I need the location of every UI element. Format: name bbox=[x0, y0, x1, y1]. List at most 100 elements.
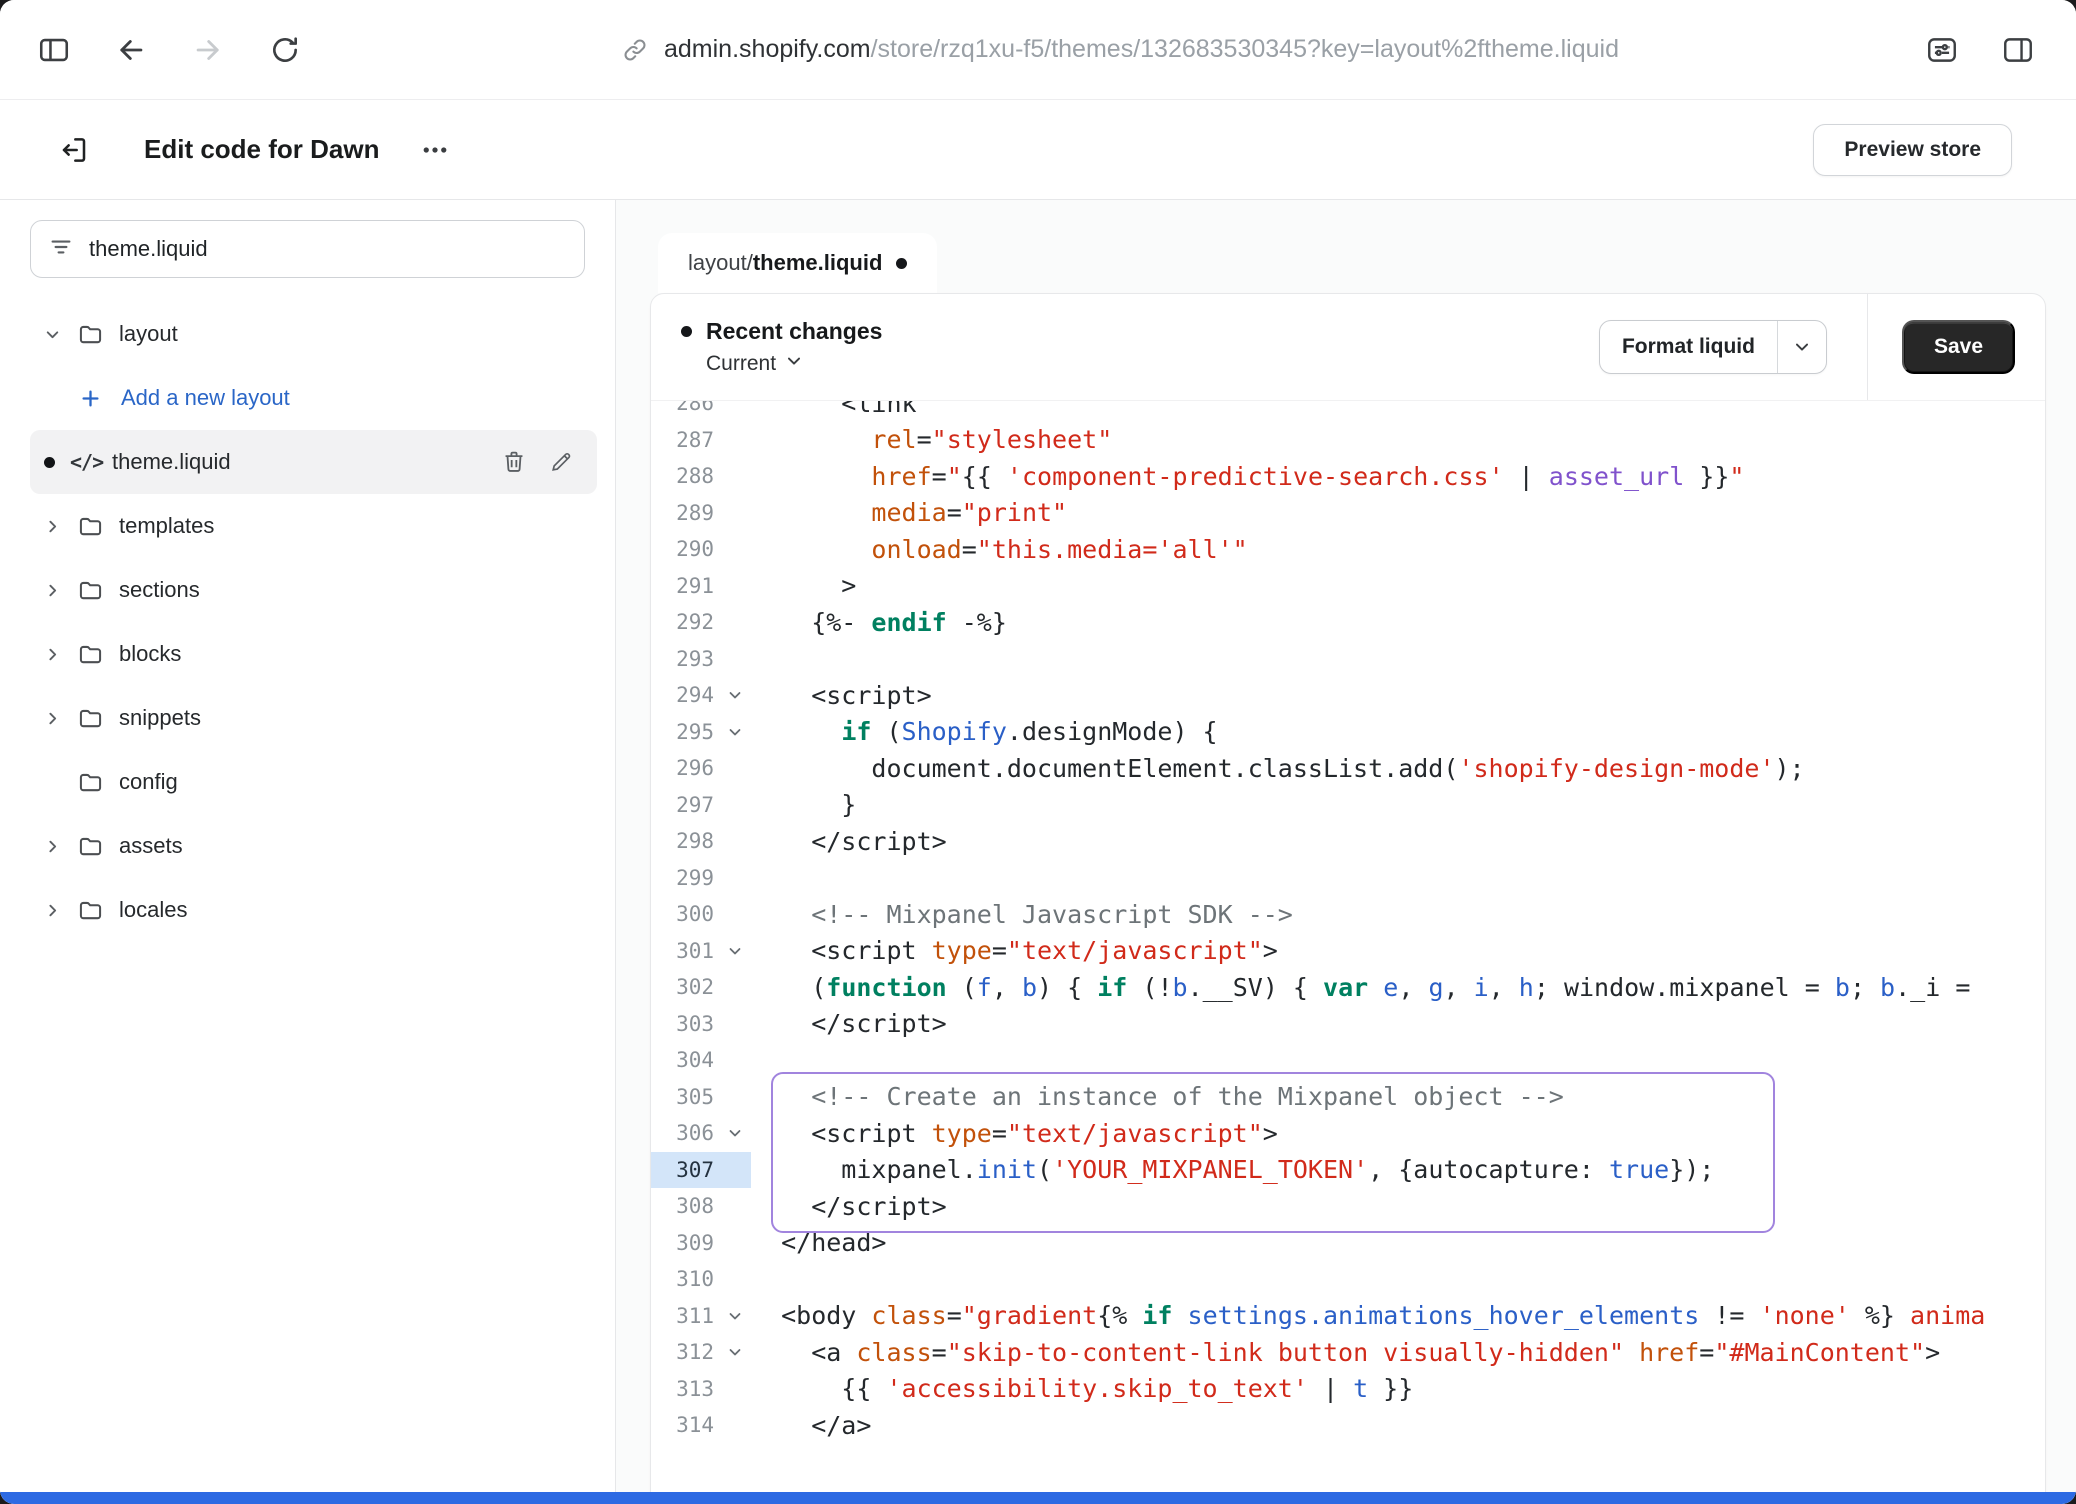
line-number[interactable]: 288 bbox=[651, 458, 719, 495]
line-number[interactable]: 303 bbox=[651, 1006, 719, 1043]
fold-chevron-icon[interactable] bbox=[719, 933, 751, 970]
sidebar-item-add-a-new-layout[interactable]: Add a new layout bbox=[30, 366, 597, 430]
line-number[interactable]: 299 bbox=[651, 860, 719, 897]
line-number[interactable]: 308 bbox=[651, 1188, 719, 1225]
line-number[interactable]: 294 bbox=[651, 677, 719, 714]
line-number[interactable]: 286 bbox=[651, 401, 719, 422]
line-number[interactable]: 295 bbox=[651, 714, 719, 751]
line-number[interactable]: 302 bbox=[651, 969, 719, 1006]
code-line-292[interactable]: 292 {%- endif -%} bbox=[651, 604, 2045, 641]
code-line-309[interactable]: 309 </head> bbox=[651, 1225, 2045, 1262]
code-line-290[interactable]: 290 onload="this.media='all'" bbox=[651, 531, 2045, 568]
save-button[interactable]: Save bbox=[1902, 320, 2015, 374]
chevron-right-icon[interactable] bbox=[44, 902, 77, 919]
fold-chevron-icon[interactable] bbox=[719, 1115, 751, 1152]
line-number[interactable]: 290 bbox=[651, 531, 719, 568]
code-line-312[interactable]: 312 <a class="skip-to-content-link butto… bbox=[651, 1334, 2045, 1371]
chevron-right-icon[interactable] bbox=[44, 646, 77, 663]
extensions-icon[interactable] bbox=[1922, 30, 1962, 70]
line-number[interactable]: 287 bbox=[651, 422, 719, 459]
sidebar-item-config[interactable]: config bbox=[30, 750, 597, 814]
line-number[interactable]: 307 bbox=[651, 1152, 719, 1189]
sidebar-item-templates[interactable]: templates bbox=[30, 494, 597, 558]
code-line-288[interactable]: 288 href="{{ 'component-predictive-searc… bbox=[651, 458, 2045, 495]
code-line-310[interactable]: 310 bbox=[651, 1261, 2045, 1298]
code-line-287[interactable]: 287 rel="stylesheet" bbox=[651, 422, 2045, 459]
preview-store-button[interactable]: Preview store bbox=[1813, 124, 2012, 176]
code-line-300[interactable]: 300 <!-- Mixpanel Javascript SDK --> bbox=[651, 896, 2045, 933]
code-line-302[interactable]: 302 (function (f, b) { if (!b.__SV) { va… bbox=[651, 969, 2045, 1006]
delete-file-icon[interactable] bbox=[501, 449, 527, 475]
code-line-289[interactable]: 289 media="print" bbox=[651, 495, 2045, 532]
code-line-297[interactable]: 297 } bbox=[651, 787, 2045, 824]
forward-icon[interactable] bbox=[188, 30, 228, 70]
fold-chevron-icon[interactable] bbox=[719, 677, 751, 714]
sidebar-item-snippets[interactable]: snippets bbox=[30, 686, 597, 750]
line-number[interactable]: 289 bbox=[651, 495, 719, 532]
line-number[interactable]: 314 bbox=[651, 1407, 719, 1444]
split-view-icon[interactable] bbox=[1998, 30, 2038, 70]
fold-chevron-icon[interactable] bbox=[719, 1334, 751, 1371]
code-line-286[interactable]: 286 <link bbox=[651, 401, 2045, 422]
code-line-293[interactable]: 293 bbox=[651, 641, 2045, 678]
line-number[interactable]: 298 bbox=[651, 823, 719, 860]
sidebar-toggle-icon[interactable] bbox=[34, 30, 74, 70]
sidebar-item-layout[interactable]: layout bbox=[30, 302, 597, 366]
rename-file-icon[interactable] bbox=[549, 450, 573, 474]
chevron-right-icon[interactable] bbox=[44, 838, 77, 855]
chevron-right-icon[interactable] bbox=[44, 582, 77, 599]
file-search-box[interactable] bbox=[30, 220, 585, 278]
line-number[interactable]: 300 bbox=[651, 896, 719, 933]
line-number[interactable]: 306 bbox=[651, 1115, 719, 1152]
line-number[interactable]: 291 bbox=[651, 568, 719, 605]
sidebar-item-assets[interactable]: assets bbox=[30, 814, 597, 878]
chevron-right-icon[interactable] bbox=[44, 710, 77, 727]
code-line-313[interactable]: 313 {{ 'accessibility.skip_to_text' | t … bbox=[651, 1371, 2045, 1408]
chevron-right-icon[interactable] bbox=[44, 518, 77, 535]
code-line-295[interactable]: 295 if (Shopify.designMode) { bbox=[651, 714, 2045, 751]
line-number[interactable]: 297 bbox=[651, 787, 719, 824]
search-input[interactable] bbox=[87, 235, 566, 263]
version-dropdown[interactable]: Current bbox=[706, 352, 882, 376]
code-line-303[interactable]: 303 </script> bbox=[651, 1006, 2045, 1043]
editor-tab[interactable]: layout/theme.liquid bbox=[658, 233, 937, 293]
reload-icon[interactable] bbox=[265, 30, 305, 70]
line-number[interactable]: 313 bbox=[651, 1371, 719, 1408]
sidebar-item-locales[interactable]: locales bbox=[30, 878, 597, 942]
code-line-311[interactable]: 311 <body class="gradient{% if settings.… bbox=[651, 1298, 2045, 1335]
line-number[interactable]: 304 bbox=[651, 1042, 719, 1079]
code-line-298[interactable]: 298 </script> bbox=[651, 823, 2045, 860]
format-liquid-button[interactable]: Format liquid bbox=[1599, 320, 1827, 374]
code-line-294[interactable]: 294 <script> bbox=[651, 677, 2045, 714]
line-number[interactable]: 310 bbox=[651, 1261, 719, 1298]
code-line-314[interactable]: 314 </a> bbox=[651, 1407, 2045, 1444]
line-number[interactable]: 293 bbox=[651, 641, 719, 678]
code-line-299[interactable]: 299 bbox=[651, 860, 2045, 897]
more-actions-icon[interactable] bbox=[415, 130, 455, 170]
sidebar-item-blocks[interactable]: blocks bbox=[30, 622, 597, 686]
fold-chevron-icon[interactable] bbox=[719, 1298, 751, 1335]
sidebar-item-theme-liquid[interactable]: </>theme.liquid bbox=[30, 430, 597, 494]
code-line-306[interactable]: 306 <script type="text/javascript"> bbox=[651, 1115, 2045, 1152]
url-bar[interactable]: admin.shopify.com/store/rzq1xu-f5/themes… bbox=[620, 35, 1619, 65]
line-number[interactable]: 309 bbox=[651, 1225, 719, 1262]
code-line-308[interactable]: 308 </script> bbox=[651, 1188, 2045, 1225]
back-icon[interactable] bbox=[111, 30, 151, 70]
exit-icon[interactable] bbox=[54, 130, 94, 170]
chevron-down-icon[interactable] bbox=[1777, 321, 1826, 373]
code-line-296[interactable]: 296 document.documentElement.classList.a… bbox=[651, 750, 2045, 787]
code-line-301[interactable]: 301 <script type="text/javascript"> bbox=[651, 933, 2045, 970]
code-editor[interactable]: 286 <link287 rel="stylesheet"288 href="{… bbox=[651, 401, 2045, 1503]
chevron-down-icon[interactable] bbox=[44, 326, 77, 343]
fold-chevron-icon[interactable] bbox=[719, 714, 751, 751]
code-line-291[interactable]: 291 > bbox=[651, 568, 2045, 605]
line-number[interactable]: 312 bbox=[651, 1334, 719, 1371]
line-number[interactable]: 292 bbox=[651, 604, 719, 641]
line-number[interactable]: 296 bbox=[651, 750, 719, 787]
code-line-307[interactable]: 307 mixpanel.init('YOUR_MIXPANEL_TOKEN',… bbox=[651, 1152, 2045, 1189]
line-number[interactable]: 305 bbox=[651, 1079, 719, 1116]
code-line-304[interactable]: 304 bbox=[651, 1042, 2045, 1079]
line-number[interactable]: 311 bbox=[651, 1298, 719, 1335]
sidebar-item-sections[interactable]: sections bbox=[30, 558, 597, 622]
code-line-305[interactable]: 305 <!-- Create an instance of the Mixpa… bbox=[651, 1079, 2045, 1116]
